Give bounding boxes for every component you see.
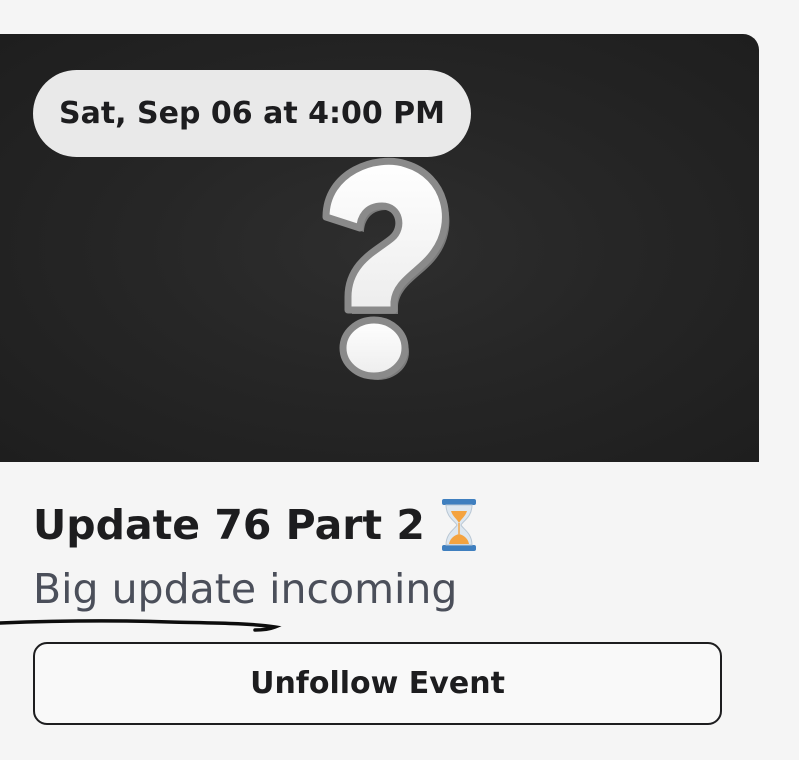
event-date-badge: Sat, Sep 06 at 4:00 PM: [33, 70, 471, 157]
event-title-row: Update 76 Part 2: [33, 494, 479, 556]
unfollow-event-button[interactable]: Unfollow Event: [33, 642, 722, 725]
underline-annotation: [0, 619, 282, 632]
question-mark-icon: [322, 157, 450, 380]
event-date-text: Sat, Sep 06 at 4:00 PM: [58, 96, 446, 131]
hourglass-icon: [441, 499, 476, 551]
unfollow-event-label: Unfollow Event: [250, 666, 505, 701]
event-title: Update 76 Part 2: [33, 501, 425, 549]
